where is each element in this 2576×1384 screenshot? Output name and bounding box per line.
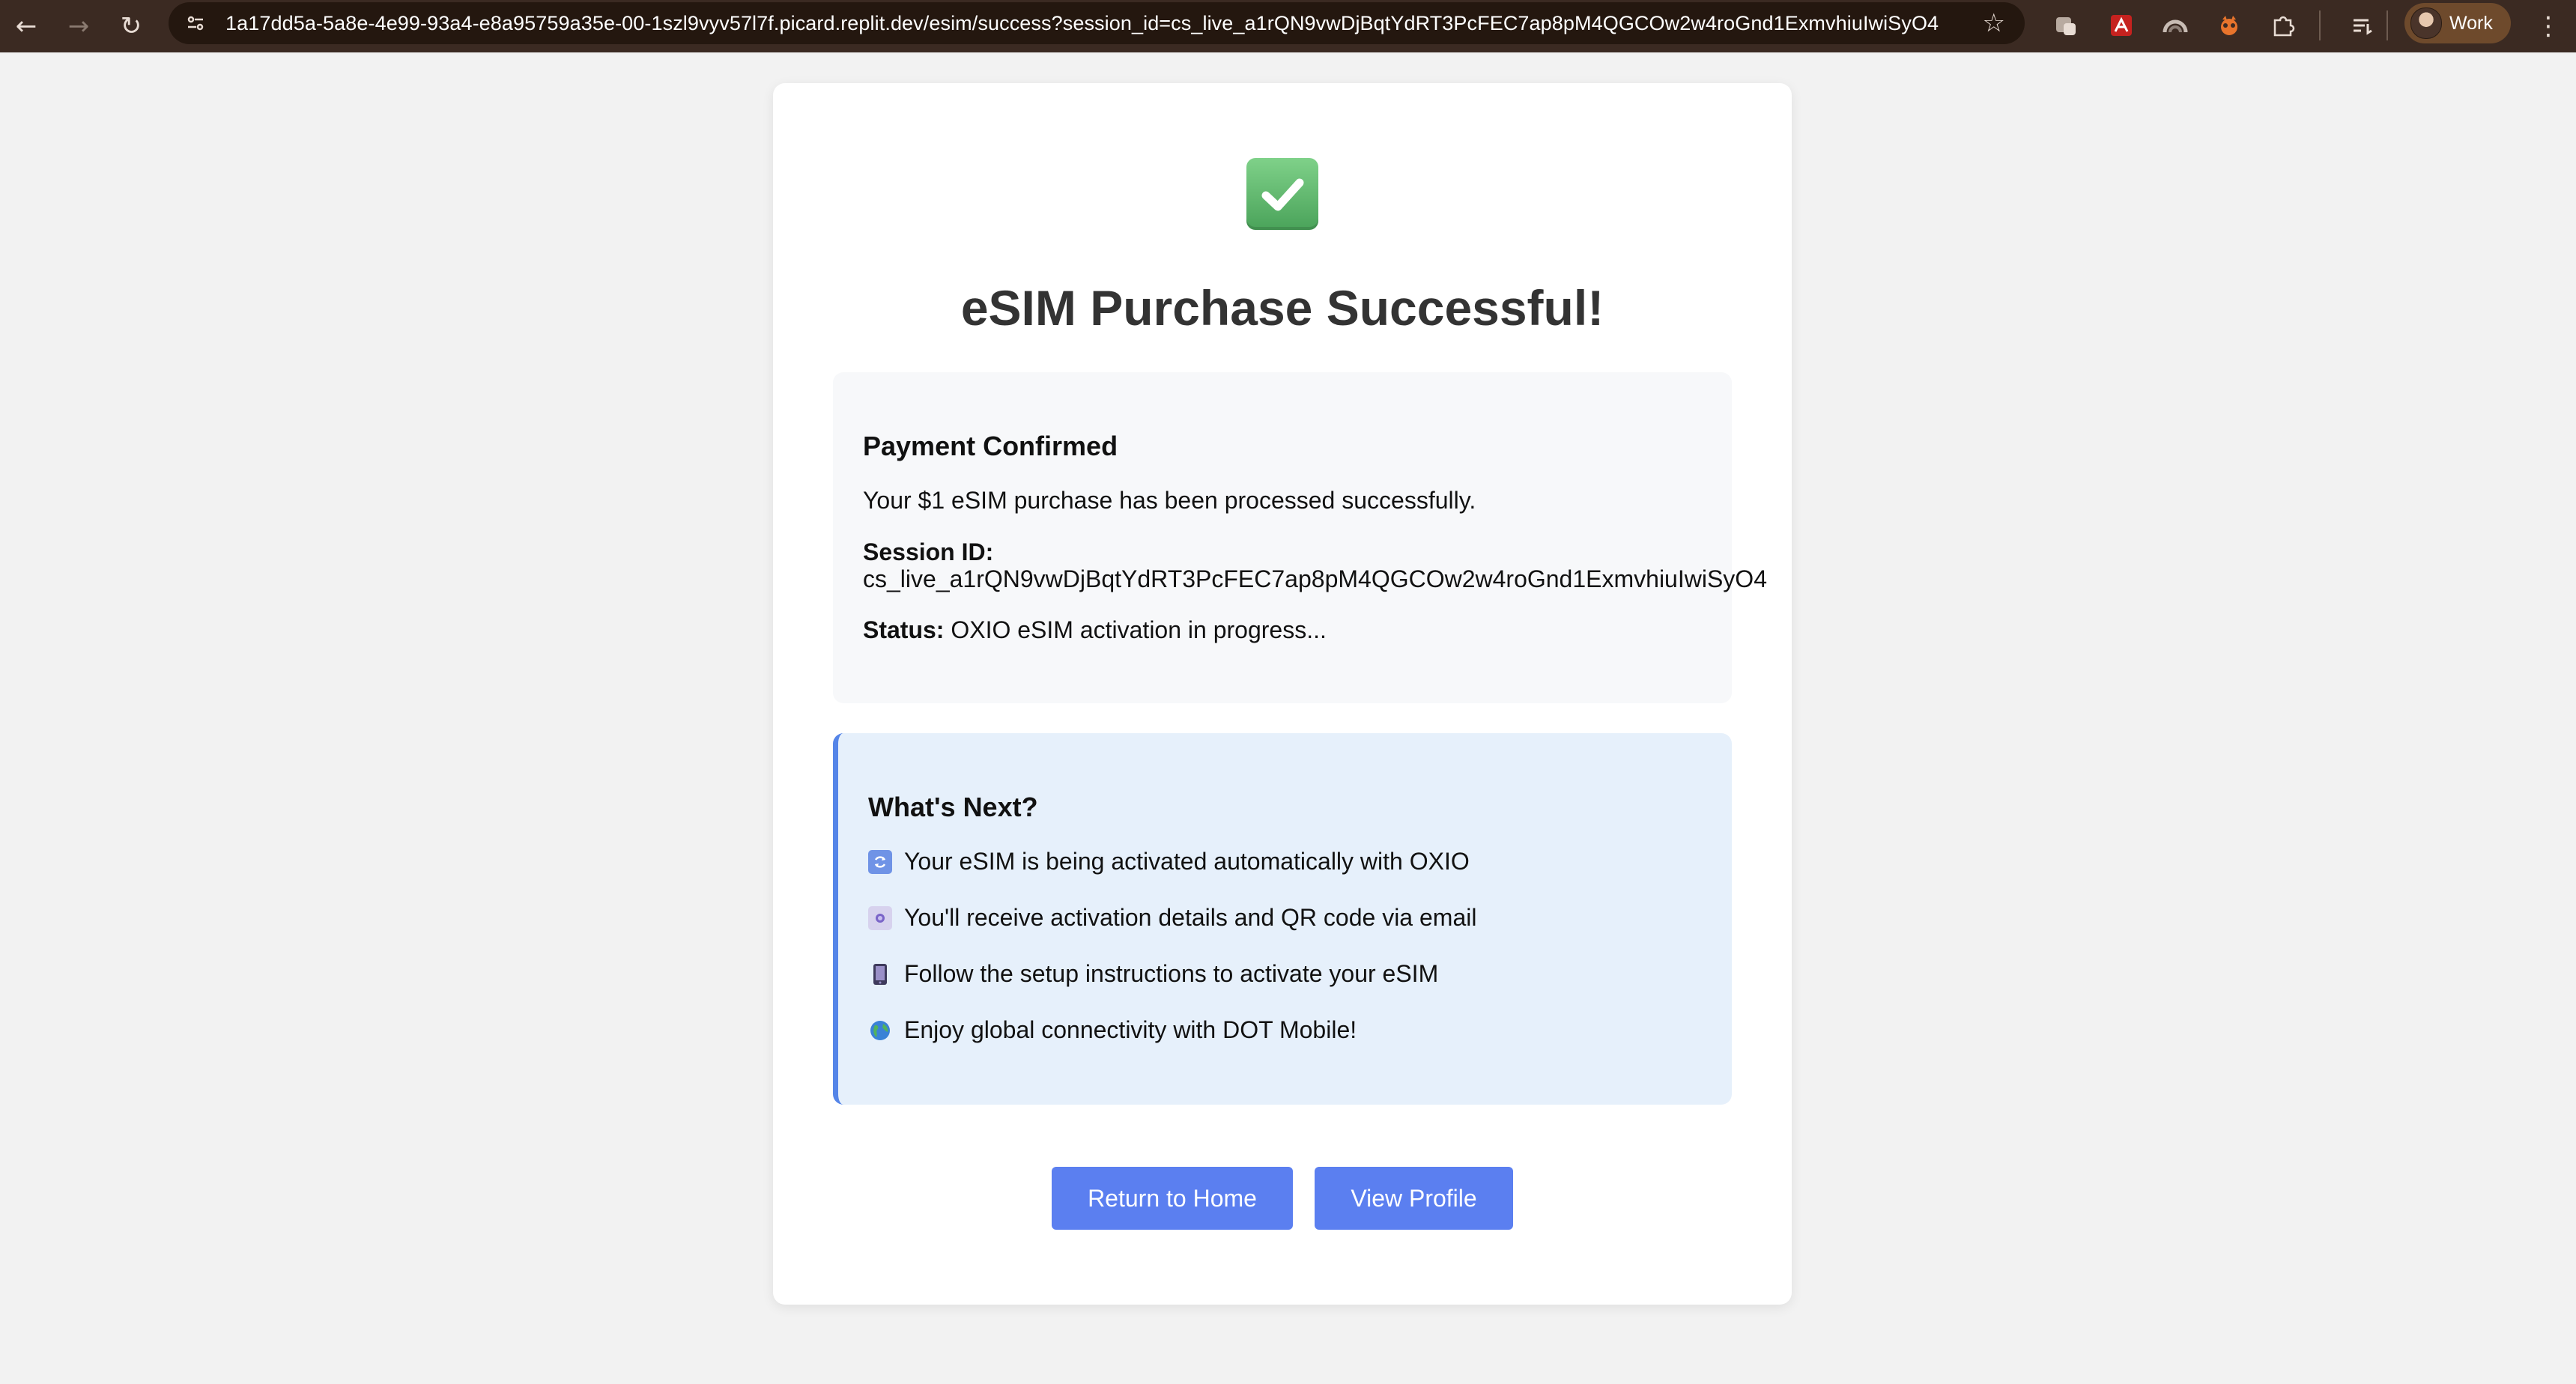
list-item: You'll receive activation details and QR… <box>868 904 1476 932</box>
arrows-cycle-icon <box>868 849 892 874</box>
confirmation-message: Your $1 eSIM purchase has been processed… <box>863 487 1476 514</box>
phone-icon <box>868 962 892 986</box>
extension-icon[interactable] <box>2213 9 2246 42</box>
list-item: Your eSIM is being activated automatical… <box>868 848 1470 875</box>
next-item-text: Enjoy global connectivity with DOT Mobil… <box>904 1016 1357 1043</box>
whats-next-panel: What's Next? Your eSIM is being activate… <box>833 733 1732 1105</box>
session-id-label-text: Session ID: <box>863 538 994 565</box>
extension-icon[interactable] <box>2159 9 2192 42</box>
browser-toolbar: ← → ↻ 1a17dd5a-5a8e-4e99-93a4-e8a95759a3… <box>0 0 2576 52</box>
reload-icon[interactable]: ↻ <box>105 0 157 52</box>
email-icon <box>868 905 892 930</box>
globe-icon <box>868 1019 892 1042</box>
address-bar[interactable]: 1a17dd5a-5a8e-4e99-93a4-e8a95759a35e-00-… <box>169 2 2025 44</box>
toolbar-divider <box>2319 10 2321 40</box>
pdf-extension-icon[interactable] <box>2105 9 2138 42</box>
next-item-text: Follow the setup instructions to activat… <box>904 960 1439 987</box>
next-item-text: You'll receive activation details and QR… <box>904 904 1477 931</box>
extension-icon[interactable] <box>2049 9 2082 42</box>
reading-list-icon[interactable] <box>2346 9 2379 42</box>
bookmark-star-icon[interactable]: ☆ <box>1983 8 2005 38</box>
return-home-button[interactable]: Return to Home <box>1052 1167 1293 1230</box>
payment-confirmed-heading: Payment Confirmed <box>863 431 1118 461</box>
back-icon[interactable]: ← <box>0 0 52 52</box>
session-id-value: cs_live_a1rQN9vwDjBqtYdRT3PcFEC7ap8pM4QG… <box>863 565 1767 592</box>
puzzle-icon[interactable] <box>2267 9 2300 42</box>
site-info-icon[interactable] <box>179 7 212 40</box>
url-text[interactable]: 1a17dd5a-5a8e-4e99-93a4-e8a95759a35e-00-… <box>225 12 1939 35</box>
status-value: OXIO eSIM activation in progress... <box>951 616 1327 643</box>
payment-confirmed-panel: Payment Confirmed Your $1 eSIM purchase … <box>833 372 1767 703</box>
page-title: eSIM Purchase Successful! <box>960 280 1604 336</box>
session-id-label: Session ID: <box>863 538 993 566</box>
view-profile-button[interactable]: View Profile <box>1315 1167 1513 1230</box>
list-item: Enjoy global connectivity with DOT Mobil… <box>868 1016 1357 1044</box>
profile-label: Work <box>2449 12 2493 34</box>
list-item: Follow the setup instructions to activat… <box>868 960 1438 988</box>
avatar <box>2410 7 2442 39</box>
forward-icon[interactable]: → <box>52 0 105 52</box>
profile-chip[interactable]: Work <box>2404 3 2511 43</box>
toolbar-divider <box>2386 10 2388 40</box>
success-card: eSIM Purchase Successful! Payment Confir… <box>773 83 1792 1305</box>
check-mark-icon <box>1246 158 1318 230</box>
menu-icon[interactable]: ⋮ <box>2533 7 2563 45</box>
status-label: Status: <box>863 616 945 643</box>
status-line: Status: OXIO eSIM activation in progress… <box>863 616 1327 644</box>
next-item-text: Your eSIM is being activated automatical… <box>904 848 1470 875</box>
whats-next-heading: What's Next? <box>868 792 1038 822</box>
